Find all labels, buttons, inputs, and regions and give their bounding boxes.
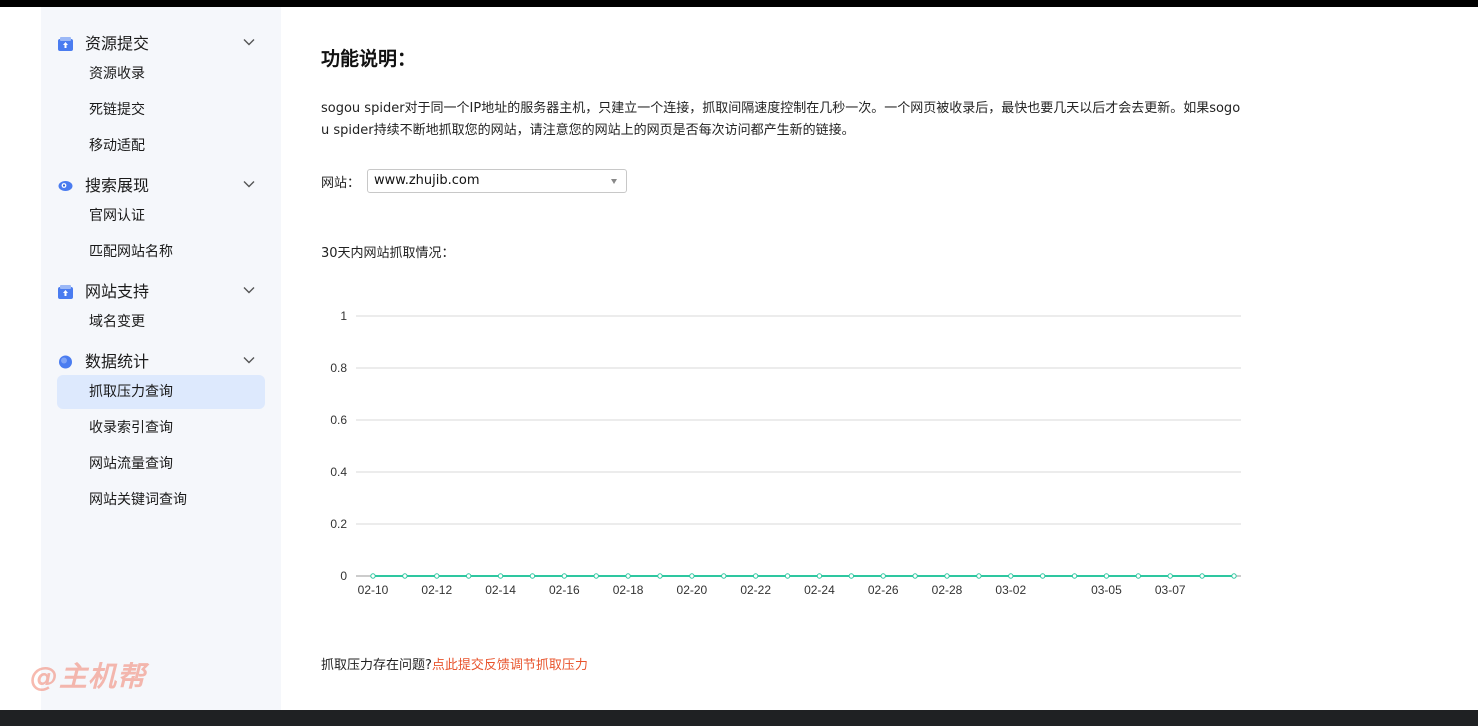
sidebar-item-label: 网站流量查询 [89,456,173,472]
data-point [402,573,408,579]
sidebar-item-match-site-name[interactable]: 匹配网站名称 [57,235,265,269]
data-point [1008,573,1014,579]
data-point [370,573,376,579]
data-point [976,573,982,579]
data-point [752,573,759,579]
chevron-down-icon[interactable] [242,283,256,297]
x-tick-label: 02-26 [868,583,899,597]
bottom-bar [0,710,1478,726]
data-point [1167,573,1173,579]
y-tick-label: 1 [340,309,347,323]
sidebar: 资源提交 资源收录 死链提交 移动适配 搜索展现 官网认证 匹配网站名称 网站支… [41,7,281,710]
x-tick-label: 03-07 [1155,583,1186,597]
chevron-down-icon[interactable] [242,177,256,191]
data-point [625,573,631,579]
sidebar-item-traffic-query[interactable]: 网站流量查询 [57,447,265,481]
site-select[interactable]: www.zhujib.com [367,169,627,193]
data-point [593,573,599,579]
sidebar-item-label: 匹配网站名称 [89,244,173,260]
data-point [689,573,695,579]
y-tick-label: 0.4 [330,465,347,479]
footer-note: 抓取压力存在问题?点此提交反馈调节抓取压力 [321,654,588,673]
chevron-down-icon[interactable] [242,35,256,49]
sidebar-item-label: 域名变更 [89,314,145,330]
feedback-link[interactable]: 点此提交反馈调节抓取压力 [432,658,588,673]
data-point [465,573,472,579]
sidebar-group-site-support[interactable]: 网站支持 [41,277,281,307]
x-tick-label: 02-20 [677,583,708,597]
sidebar-item-keyword-query[interactable]: 网站关键词查询 [57,483,265,517]
data-point [561,573,568,579]
sidebar-group-data-statistics[interactable]: 数据统计 [41,347,281,377]
sidebar-item-label: 资源收录 [89,66,145,82]
data-point [1039,573,1046,579]
sidebar-item-label: 收录索引查询 [89,420,173,436]
sidebar-item-mobile-adaptation[interactable]: 移动适配 [57,129,265,163]
feature-description: sogou spider对于同一个IP地址的服务器主机，只建立一个连接，抓取间隔… [321,101,1241,138]
site-select-label: 网站： [321,176,361,191]
sidebar-group-label: 网站支持 [85,282,150,301]
eye-icon [58,181,73,191]
sidebar-item-label: 死链提交 [89,102,145,118]
y-tick-label: 0 [340,569,347,583]
sidebar-group-label: 资源提交 [85,34,150,53]
sidebar-item-index-query[interactable]: 收录索引查询 [57,411,265,445]
sidebar-item-label: 抓取压力查询 [89,384,173,400]
data-point [848,573,855,579]
sidebar-item-label: 网站关键词查询 [89,492,187,508]
sidebar-group-search-display[interactable]: 搜索展现 [41,171,281,201]
stats-circle-icon [59,355,72,369]
sidebar-item-label: 移动适配 [89,138,145,154]
y-tick-label: 0.2 [330,517,347,531]
x-tick-label: 02-14 [485,583,516,597]
data-point [816,573,823,579]
x-tick-label: 02-16 [549,583,580,597]
y-tick-label: 0.6 [330,413,347,427]
chart-title: 30天内网站抓取情况： [321,246,455,261]
x-tick-label: 02-24 [804,583,835,597]
data-point [657,573,663,579]
data-point [1135,573,1142,579]
top-bar [0,0,1478,7]
x-tick-label: 03-05 [1091,583,1122,597]
sidebar-item-crawl-pressure-query[interactable]: 抓取压力查询 [57,375,265,409]
data-point [434,573,440,579]
data-point [529,573,536,579]
data-point [1199,573,1205,579]
sidebar-item-resource-inclusion[interactable]: 资源收录 [57,57,265,91]
sidebar-item-dead-link-submit[interactable]: 死链提交 [57,93,265,127]
data-point [1071,573,1078,579]
sidebar-item-official-certification[interactable]: 官网认证 [57,199,265,233]
data-point [784,573,791,579]
chevron-down-icon[interactable] [242,353,256,367]
sidebar-item-label: 官网认证 [89,208,145,224]
page-title: 功能说明： [321,48,417,70]
data-point [1103,573,1110,579]
sidebar-item-domain-change[interactable]: 域名变更 [57,305,265,339]
footer-note-prefix: 抓取压力存在问题? [321,658,432,673]
data-point [880,573,886,579]
data-point [944,573,950,579]
y-tick-label: 0.8 [330,361,347,375]
site-select-value: www.zhujib.com [374,173,480,188]
sidebar-group-resource-submit[interactable]: 资源提交 [41,29,281,59]
x-tick-label: 02-22 [740,583,771,597]
data-point [912,573,918,579]
x-tick-label: 02-12 [421,583,452,597]
caret-down-icon [611,179,617,184]
watermark-logo: @主机帮 [30,660,147,693]
data-point [1231,573,1237,579]
x-tick-label: 02-10 [358,583,389,597]
sidebar-group-label: 数据统计 [85,352,150,371]
support-box-icon [58,285,73,299]
crawl-line-chart: 0 0.2 0.4 0.6 0.8 1 02-10 02-12 02-14 02-16 02-18 0… [330,309,1241,597]
data-point [497,573,504,579]
x-tick-label: 02-18 [613,583,644,597]
x-tick-label: 02-28 [932,583,963,597]
upload-box-icon [58,37,73,51]
sidebar-group-label: 搜索展现 [85,176,150,195]
data-point [721,573,727,579]
x-tick-label: 03-02 [995,583,1026,597]
